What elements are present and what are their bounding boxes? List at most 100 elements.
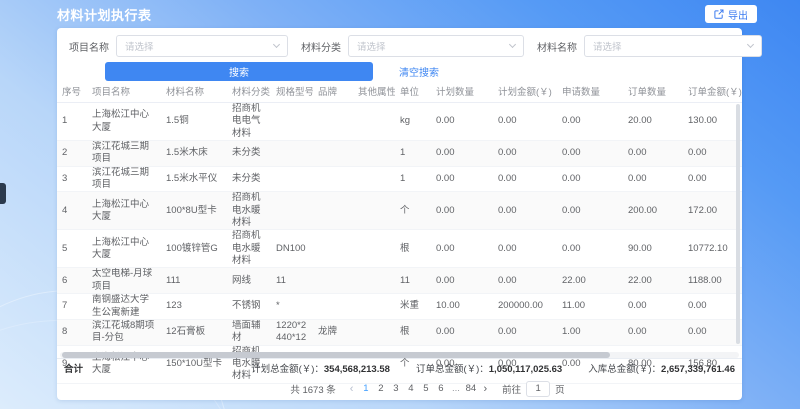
sidebar-collapsed-handle[interactable] bbox=[0, 183, 6, 204]
table-cell bbox=[313, 230, 353, 267]
next-page-button[interactable]: › bbox=[478, 383, 492, 395]
table-cell: 0.00 bbox=[431, 192, 493, 229]
table-cell: 0.00 bbox=[493, 192, 557, 229]
table-cell bbox=[353, 167, 395, 192]
table-row: 8滨江花城8期项目-分包12石膏板墙面辅材1220*2440*12龙牌根0.00… bbox=[57, 320, 742, 346]
table-header: 序号项目名称材料名称材料分类规格型号品牌其他属性单位计划数量计划金额(￥)申请数… bbox=[57, 80, 742, 103]
table-cell: 3 bbox=[57, 167, 87, 192]
table-cell: 招商机电水暖材料 bbox=[227, 230, 271, 267]
page-number[interactable]: 3 bbox=[388, 383, 403, 394]
column-header: 材料分类 bbox=[227, 80, 271, 102]
table-cell: 111 bbox=[161, 268, 227, 293]
table-cell: 0.00 bbox=[493, 268, 557, 293]
column-header: 规格型号 bbox=[271, 80, 313, 102]
summary-total: 订单总金额(￥)：1,050,117,025.63 bbox=[416, 361, 562, 375]
summary-total: 入库总金额(￥)：2,657,339,761.46 bbox=[588, 361, 735, 375]
table-cell: 5 bbox=[57, 230, 87, 267]
page-number[interactable]: 1 bbox=[358, 383, 373, 394]
page-number[interactable]: 2 bbox=[373, 383, 388, 394]
filter-label: 项目名称 bbox=[69, 39, 109, 54]
table-cell: 90.00 bbox=[623, 230, 683, 267]
table-cell: 滨江花城三期项目 bbox=[87, 141, 161, 166]
table-cell: 4 bbox=[57, 192, 87, 229]
prev-page-button[interactable]: ‹ bbox=[345, 383, 359, 395]
filter-select-material-category[interactable]: 请选择 bbox=[348, 35, 524, 57]
page-number[interactable]: 5 bbox=[418, 383, 433, 394]
table-cell bbox=[353, 268, 395, 293]
table-cell: 1188.00 bbox=[683, 268, 742, 293]
table-cell: 未分类 bbox=[227, 167, 271, 192]
table-cell: 0.00 bbox=[683, 141, 742, 166]
table-cell: 6 bbox=[57, 268, 87, 293]
content-card: 项目名称 请选择 材料分类 请选择 材料名称 请选择 搜索 清空搜索 序号项目名… bbox=[57, 28, 742, 400]
filter-group-project-name: 项目名称 请选择 bbox=[69, 35, 288, 57]
table-cell: 1 bbox=[57, 103, 87, 140]
column-header: 材料名称 bbox=[161, 80, 227, 102]
table-cell bbox=[353, 103, 395, 140]
page-number[interactable]: 6 bbox=[433, 383, 448, 394]
column-header: 申请数量 bbox=[557, 80, 623, 102]
horizontal-scrollbar[interactable] bbox=[60, 352, 739, 358]
table-cell: 7 bbox=[57, 294, 87, 319]
table-cell bbox=[353, 230, 395, 267]
table-cell: 上海松江中心大厦 bbox=[87, 103, 161, 140]
table-cell: 0.00 bbox=[431, 103, 493, 140]
table-row: 3滨江花城三期项目1.5米水平仪未分类10.000.000.000.000.00 bbox=[57, 167, 742, 193]
vertical-scrollbar[interactable] bbox=[736, 104, 740, 344]
pagination-total: 共 1673 条 bbox=[290, 382, 335, 396]
table-cell: 网线 bbox=[227, 268, 271, 293]
horizontal-scrollbar-thumb[interactable] bbox=[62, 352, 610, 358]
table-cell: 22.00 bbox=[623, 268, 683, 293]
column-header: 订单金额(￥) bbox=[683, 80, 742, 102]
table-cell: 滨江花城三期项目 bbox=[87, 167, 161, 192]
page-list: 123456...84 bbox=[358, 383, 478, 394]
table-cell: 0.00 bbox=[557, 167, 623, 192]
table-cell: 个 bbox=[395, 192, 431, 229]
chevron-down-icon bbox=[273, 41, 280, 48]
table-cell: 1.5米木床 bbox=[161, 141, 227, 166]
column-header: 单位 bbox=[395, 80, 431, 102]
table-cell: 1.5铜 bbox=[161, 103, 227, 140]
table-cell: 未分类 bbox=[227, 141, 271, 166]
table-row: 2滨江花城三期项目1.5米木床未分类10.000.000.000.000.00 bbox=[57, 141, 742, 167]
table-cell: 根 bbox=[395, 230, 431, 267]
table-cell: 10772.10 bbox=[683, 230, 742, 267]
table-cell: 根 bbox=[395, 320, 431, 345]
table-cell bbox=[313, 294, 353, 319]
table-cell: 0.00 bbox=[623, 294, 683, 319]
export-button[interactable]: 导出 bbox=[705, 5, 757, 23]
table-cell: 太空电梯-月球项目 bbox=[87, 268, 161, 293]
table-cell bbox=[271, 167, 313, 192]
filter-actions: 搜索 清空搜索 bbox=[57, 62, 742, 80]
column-header: 计划数量 bbox=[431, 80, 493, 102]
summary-label: 合计 bbox=[64, 361, 83, 375]
table-cell: 8 bbox=[57, 320, 87, 345]
table-cell bbox=[271, 141, 313, 166]
clear-search-link[interactable]: 清空搜索 bbox=[399, 64, 439, 79]
page-number[interactable]: 84 bbox=[463, 383, 478, 394]
filter-select-material-name[interactable]: 请选择 bbox=[584, 35, 762, 57]
table-cell: DN100 bbox=[271, 230, 313, 267]
column-header: 品牌 bbox=[313, 80, 353, 102]
table-body: 1上海松江中心大厦1.5铜招商机电电气材料kg0.000.000.0020.00… bbox=[57, 103, 742, 352]
table-cell: 0.00 bbox=[683, 167, 742, 192]
filter-placeholder: 请选择 bbox=[593, 39, 622, 53]
pagination: 共 1673 条 ‹ 123456...84 › 前往 页 bbox=[85, 377, 770, 400]
table-cell: 上海松江中心大厦 bbox=[87, 192, 161, 229]
column-header: 计划金额(￥) bbox=[493, 80, 557, 102]
table-cell: 11 bbox=[395, 268, 431, 293]
table-cell: 1 bbox=[395, 141, 431, 166]
column-header: 序号 bbox=[57, 80, 87, 102]
table-cell: 上海松江中心大厦 bbox=[87, 230, 161, 267]
goto-page-input[interactable] bbox=[526, 381, 550, 397]
table-cell bbox=[313, 141, 353, 166]
page-number[interactable]: 4 bbox=[403, 383, 418, 394]
search-button[interactable]: 搜索 bbox=[105, 62, 373, 81]
summary-totals: 计划总金额(￥)：354,568,213.58订单总金额(￥)：1,050,11… bbox=[251, 361, 735, 375]
page-title: 材料计划执行表 bbox=[57, 5, 152, 24]
table-cell: 0.00 bbox=[557, 141, 623, 166]
screen: 材料计划执行表 导出 项目名称 请选择 材料分类 请选择 材料名称 请选择 bbox=[0, 0, 800, 409]
table-cell: * bbox=[271, 294, 313, 319]
filter-select-project-name[interactable]: 请选择 bbox=[116, 35, 288, 57]
chevron-down-icon bbox=[747, 41, 754, 48]
